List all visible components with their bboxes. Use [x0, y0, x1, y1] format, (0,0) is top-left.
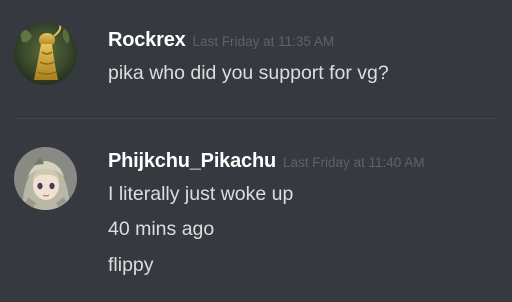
- user-avatar[interactable]: [14, 147, 77, 210]
- username[interactable]: Phijkchu_Pikachu: [108, 150, 276, 172]
- message-group: Rockrex Last Friday at 11:35 AM pika who …: [0, 0, 512, 118]
- user-avatar[interactable]: [14, 22, 77, 85]
- message-text: pika who did you support for vg?: [108, 62, 389, 84]
- message-text: 40 mins ago: [108, 218, 215, 240]
- message-header: Phijkchu_Pikachu Last Friday at 11:40 AM: [108, 150, 425, 173]
- anime-girl-avatar-icon: [14, 147, 77, 210]
- message-timestamp: Last Friday at 11:40 AM: [282, 155, 425, 170]
- golden-creature-avatar-icon: [14, 22, 77, 85]
- message-text: I literally just woke up: [108, 183, 294, 205]
- message-timestamp: Last Friday at 11:35 AM: [192, 34, 335, 49]
- message-header: Rockrex Last Friday at 11:35 AM: [108, 29, 334, 52]
- message-text: flippy: [108, 254, 154, 276]
- message-group: Phijkchu_Pikachu Last Friday at 11:40 AM …: [0, 119, 512, 302]
- username[interactable]: Rockrex: [108, 29, 186, 51]
- chat-message-list: Rockrex Last Friday at 11:35 AM pika who …: [0, 0, 512, 302]
